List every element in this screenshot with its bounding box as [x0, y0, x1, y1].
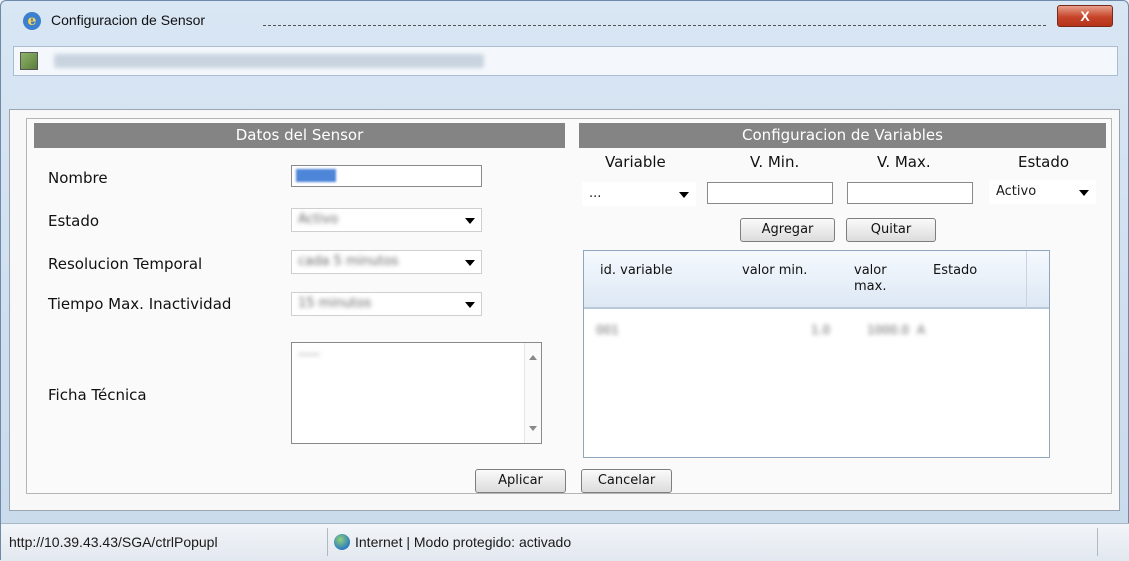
- scroll-down-icon[interactable]: [529, 426, 537, 431]
- aplicar-button[interactable]: Aplicar: [475, 469, 566, 493]
- vmax-col-label: V. Max.: [877, 153, 931, 171]
- variable-estado-select[interactable]: Activo: [989, 180, 1096, 204]
- form-frame: Datos del Sensor Nombre Estado Activo Re…: [26, 118, 1112, 494]
- quitar-button[interactable]: Quitar: [846, 218, 936, 242]
- nombre-value-redacted: [296, 169, 336, 182]
- title-dashes: [263, 25, 1046, 26]
- grid-header: id. variable valor min. valor max. Estad…: [584, 251, 1049, 309]
- globe-icon: [334, 534, 350, 550]
- address-url: [54, 54, 484, 68]
- chevron-down-icon: [1079, 190, 1089, 196]
- vmax-input[interactable]: [847, 182, 973, 204]
- close-button[interactable]: X: [1057, 5, 1113, 27]
- grid-cell-estado: A: [917, 323, 926, 337]
- variable-value: ...: [589, 186, 602, 201]
- ie-icon: e: [23, 12, 41, 30]
- chevron-down-icon: [679, 192, 689, 198]
- grid-col-separator: [1026, 251, 1027, 309]
- status-separator: [1097, 528, 1098, 556]
- resolucion-value: cada 5 minutos: [298, 254, 399, 269]
- window-title: Configuracion de Sensor: [51, 12, 206, 28]
- variables-grid[interactable]: id. variable valor min. valor max. Estad…: [583, 250, 1050, 458]
- agregar-button[interactable]: Agregar: [740, 218, 835, 242]
- address-bar[interactable]: [13, 46, 1118, 76]
- variable-estado-value: Activo: [996, 184, 1037, 199]
- grid-col-id[interactable]: id. variable: [600, 263, 673, 279]
- title-bar[interactable]: e Configuracion de Sensor X: [1, 1, 1128, 41]
- tiempo-value: 15 minutos: [298, 296, 372, 311]
- ficha-label: Ficha Técnica: [48, 386, 147, 404]
- variables-section-header: Configuracion de Variables: [579, 123, 1106, 148]
- status-zone[interactable]: Internet | Modo protegido: activado: [355, 534, 571, 550]
- vmin-col-label: V. Min.: [750, 153, 800, 171]
- estado-value: Activo: [298, 212, 339, 227]
- resolucion-select[interactable]: cada 5 minutos: [291, 250, 482, 274]
- nombre-input[interactable]: [291, 165, 482, 187]
- nombre-label: Nombre: [48, 169, 108, 187]
- estado-select[interactable]: Activo: [291, 208, 482, 232]
- grid-col-max[interactable]: valor max.: [854, 263, 904, 295]
- popup-window: e Configuracion de Sensor X Datos del Se…: [0, 0, 1129, 561]
- variable-col-label: Variable: [605, 153, 666, 171]
- chevron-down-icon: [465, 260, 475, 266]
- scroll-up-icon[interactable]: [529, 355, 537, 360]
- estado-col-label: Estado: [1018, 153, 1070, 171]
- chevron-down-icon: [465, 302, 475, 308]
- resolucion-label: Resolucion Temporal: [48, 255, 203, 273]
- ficha-value: -----: [298, 347, 320, 361]
- grid-cell-max: 1000.0: [867, 323, 909, 337]
- status-url: http://10.39.43.43/SGA/ctrlPopupl: [9, 534, 218, 550]
- grid-cell-min: 1.0: [811, 323, 831, 337]
- status-bar: http://10.39.43.43/SGA/ctrlPopupl Intern…: [1, 523, 1129, 561]
- tiempo-select[interactable]: 15 minutos: [291, 292, 482, 316]
- status-separator: [327, 528, 328, 556]
- cancelar-button[interactable]: Cancelar: [581, 469, 672, 493]
- grid-col-min[interactable]: valor min.: [742, 263, 807, 279]
- page-icon: [20, 52, 38, 70]
- grid-col-estado[interactable]: Estado: [933, 263, 977, 279]
- chevron-down-icon: [465, 218, 475, 224]
- variable-select[interactable]: ...: [582, 182, 696, 206]
- grid-cell-id: 001: [596, 323, 619, 337]
- content-area: Datos del Sensor Nombre Estado Activo Re…: [9, 109, 1120, 511]
- ficha-textarea[interactable]: -----: [291, 342, 542, 444]
- tiempo-label: Tiempo Max. Inactividad: [48, 295, 232, 313]
- ficha-scrollbar[interactable]: [524, 343, 541, 443]
- sensor-section-header: Datos del Sensor: [34, 123, 565, 148]
- vmin-input[interactable]: [707, 182, 833, 204]
- estado-label: Estado: [48, 212, 100, 230]
